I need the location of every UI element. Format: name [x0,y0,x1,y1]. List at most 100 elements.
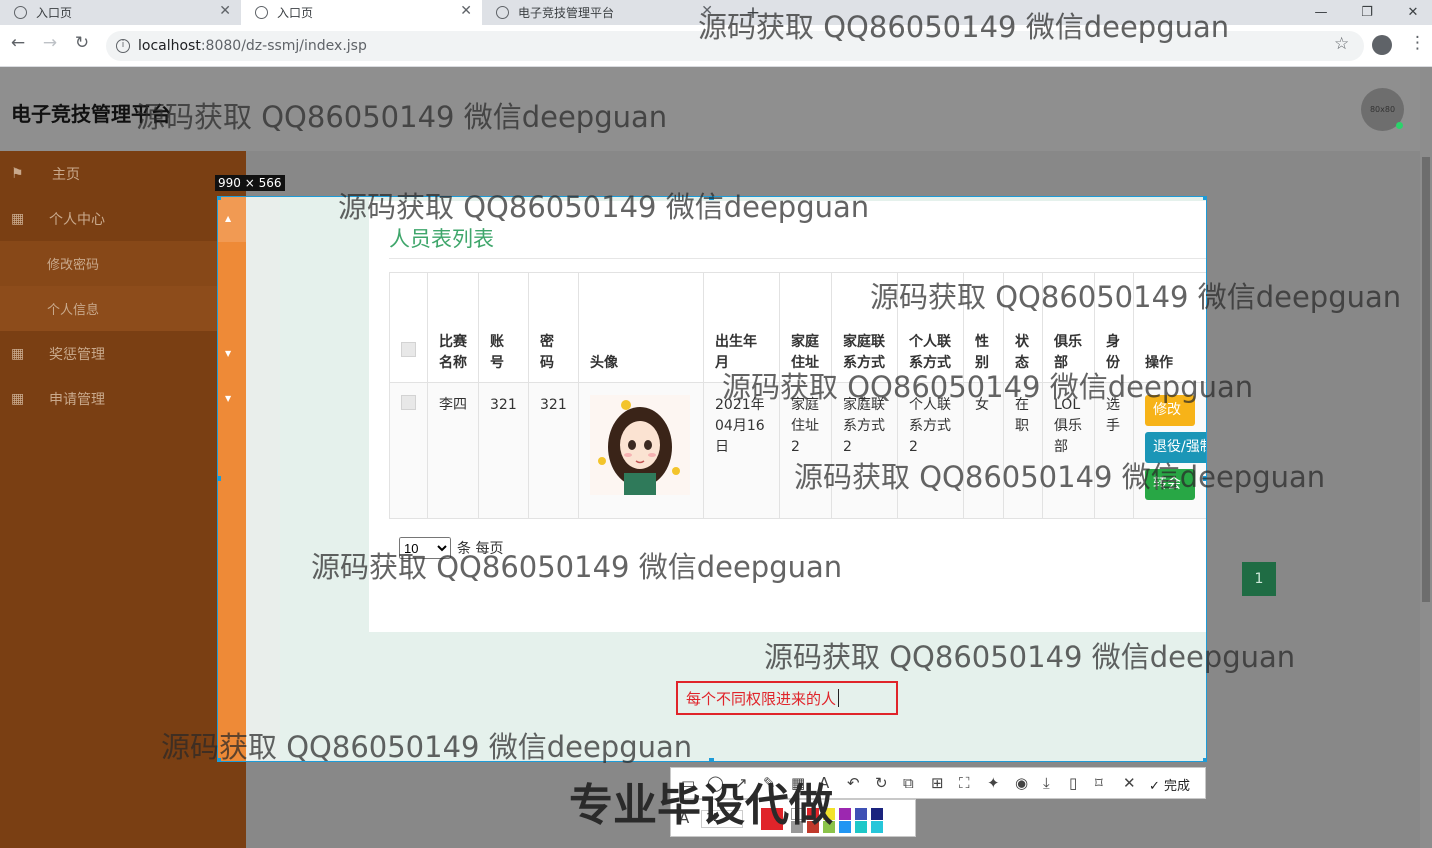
screenshot-capture-region[interactable]: ▲ ▼ ▼ 人员表列表 比赛名称 账号 密码 头像 出生年月 家庭住址 家庭联系… [217,196,1207,762]
page-scrollbar[interactable] [1420,67,1432,848]
globe-icon [255,6,268,19]
url-input[interactable]: i localhost:8080/dz-ssmj/index.jsp [106,31,1364,61]
minimize-button[interactable]: — [1298,0,1344,25]
forward-icon[interactable]: → [38,33,62,53]
column-header[interactable]: 头像 [578,272,704,383]
cell-account: 321 [478,382,529,519]
cell-name: 李四 [427,382,479,519]
column-header[interactable]: 家庭联系方式 [831,272,898,383]
page-size-control: 10 条 每页 [399,537,503,559]
close-icon[interactable]: ✕ [219,3,231,19]
column-header[interactable]: 账号 [478,272,529,383]
sidebar-fragment-block [218,197,246,242]
back-icon[interactable]: ← [6,33,30,53]
cell-status: 在职 [1003,382,1043,519]
scrollbar-thumb[interactable] [1422,157,1430,602]
ocr-icon[interactable]: ⊞ [931,774,944,792]
color-swatch[interactable] [871,821,883,833]
cell-gender: 女 [963,382,1004,519]
sidebar-item-label: 奖惩管理 [49,346,105,363]
color-swatch[interactable] [839,808,851,820]
cell-birth: 2021年04月16日 [703,382,780,519]
more-menu-icon[interactable]: ⋮ [1409,33,1426,53]
new-tab-button[interactable]: + [730,0,776,25]
column-header[interactable]: 家庭住址 [779,272,832,383]
record-icon[interactable]: ◉ [1015,774,1028,792]
row-checkbox[interactable] [401,395,416,410]
close-icon[interactable]: ✕ [460,3,472,19]
restore-button[interactable]: ❐ [1344,0,1390,25]
browser-tab-3[interactable]: 电子竞技管理平台 ✕ [482,0,723,25]
sidebar-item-label: 申请管理 [49,391,105,408]
cell-password: 321 [528,382,579,519]
online-status-dot [1396,122,1403,129]
resize-handle[interactable] [1203,197,1206,200]
transfer-button[interactable]: 转会 [1145,469,1195,500]
sidebar-item-home[interactable]: ⚑ 主页 [0,151,246,196]
sidebar-item-change-password[interactable]: 修改密码 [0,241,246,286]
resize-handle[interactable] [1203,758,1206,761]
column-header[interactable]: 个人联系方式 [897,272,964,383]
column-header[interactable]: 密码 [528,272,579,383]
profile-icon[interactable] [1372,35,1392,55]
reload-icon[interactable]: ↻ [70,33,94,53]
done-button[interactable]: ✓ 完成 [1149,775,1190,794]
pagination-page-1[interactable]: 1 [1242,562,1276,596]
grid-icon: ▦ [11,345,25,362]
retire-button[interactable]: 退役/强制退役 [1145,432,1206,463]
browser-tab-2[interactable]: 入口页 ✕ [241,0,482,25]
crop-icon[interactable]: ⧉ [903,774,914,792]
annotation-text: 每个不同权限进来的人 [686,689,837,708]
resize-handle[interactable] [709,758,714,761]
resize-handle[interactable] [1203,476,1206,481]
color-swatch[interactable] [855,808,867,820]
url-host: localhost [138,38,201,54]
color-swatch[interactable] [839,821,851,833]
url-path: :8080/dz-ssmj/index.jsp [200,38,367,54]
column-header[interactable]: 比赛名称 [427,272,479,383]
resize-handle[interactable] [218,197,221,200]
girl-portrait-icon [598,400,680,495]
color-swatch[interactable] [871,808,883,820]
flag-icon: ⚑ [11,165,24,182]
redo-icon[interactable]: ↻ [875,774,888,792]
cell-personal-contact: 个人联系方式2 [897,382,964,519]
resize-handle[interactable] [218,476,221,481]
app-header: 电子竞技管理平台 80x80 [0,67,1420,151]
row-select-cell [389,382,428,519]
color-swatch[interactable] [855,821,867,833]
select-all-checkbox[interactable] [401,342,416,357]
annotation-textbox[interactable]: 每个不同权限进来的人 [676,681,898,715]
pin-icon[interactable]: ✦ [987,774,1000,792]
save-icon[interactable]: ▯ [1069,774,1077,792]
download-icon[interactable]: ⤓ [1043,774,1050,792]
page-size-select[interactable]: 10 [399,537,451,559]
undo-icon[interactable]: ↶ [847,774,860,792]
address-bar-row: ← → ↻ i localhost:8080/dz-ssmj/index.jsp… [0,25,1432,67]
chevron-up-icon: ▲ [225,214,232,223]
edit-button[interactable]: 修改 [1145,395,1195,426]
info-icon[interactable]: i [116,39,130,53]
sidebar-item-personal-center[interactable]: ▦ 个人中心 [0,196,246,241]
globe-icon [14,6,27,19]
bookmark-star-icon[interactable]: ☆ [1334,34,1349,54]
sidebar-item-applications[interactable]: ▦ 申请管理 [0,376,246,421]
browser-tab-1[interactable]: 入口页 ✕ [0,0,241,25]
column-header[interactable]: 出生年月 [703,272,780,383]
resize-handle[interactable] [218,758,221,761]
column-header[interactable]: 性别 [963,272,1004,383]
grid-icon: ▦ [11,210,25,227]
column-header[interactable]: 俱乐部 [1042,272,1095,383]
content-gutter [246,197,280,761]
window-close-button[interactable]: ✕ [1390,0,1432,25]
sidebar-item-personal-info[interactable]: 个人信息 [0,286,246,331]
resize-handle[interactable] [709,197,714,200]
cell-avatar [578,382,704,519]
column-header[interactable]: 身份 [1094,272,1134,383]
sidebar-item-rewards[interactable]: ▦ 奖惩管理 [0,331,246,376]
bookmark-icon[interactable]: ⌑ [1095,774,1103,792]
scan-icon[interactable]: ⛶ [959,774,970,792]
close-icon[interactable]: ✕ [701,3,713,19]
cancel-icon[interactable]: ✕ [1123,774,1136,792]
column-header[interactable]: 状态 [1003,272,1043,383]
